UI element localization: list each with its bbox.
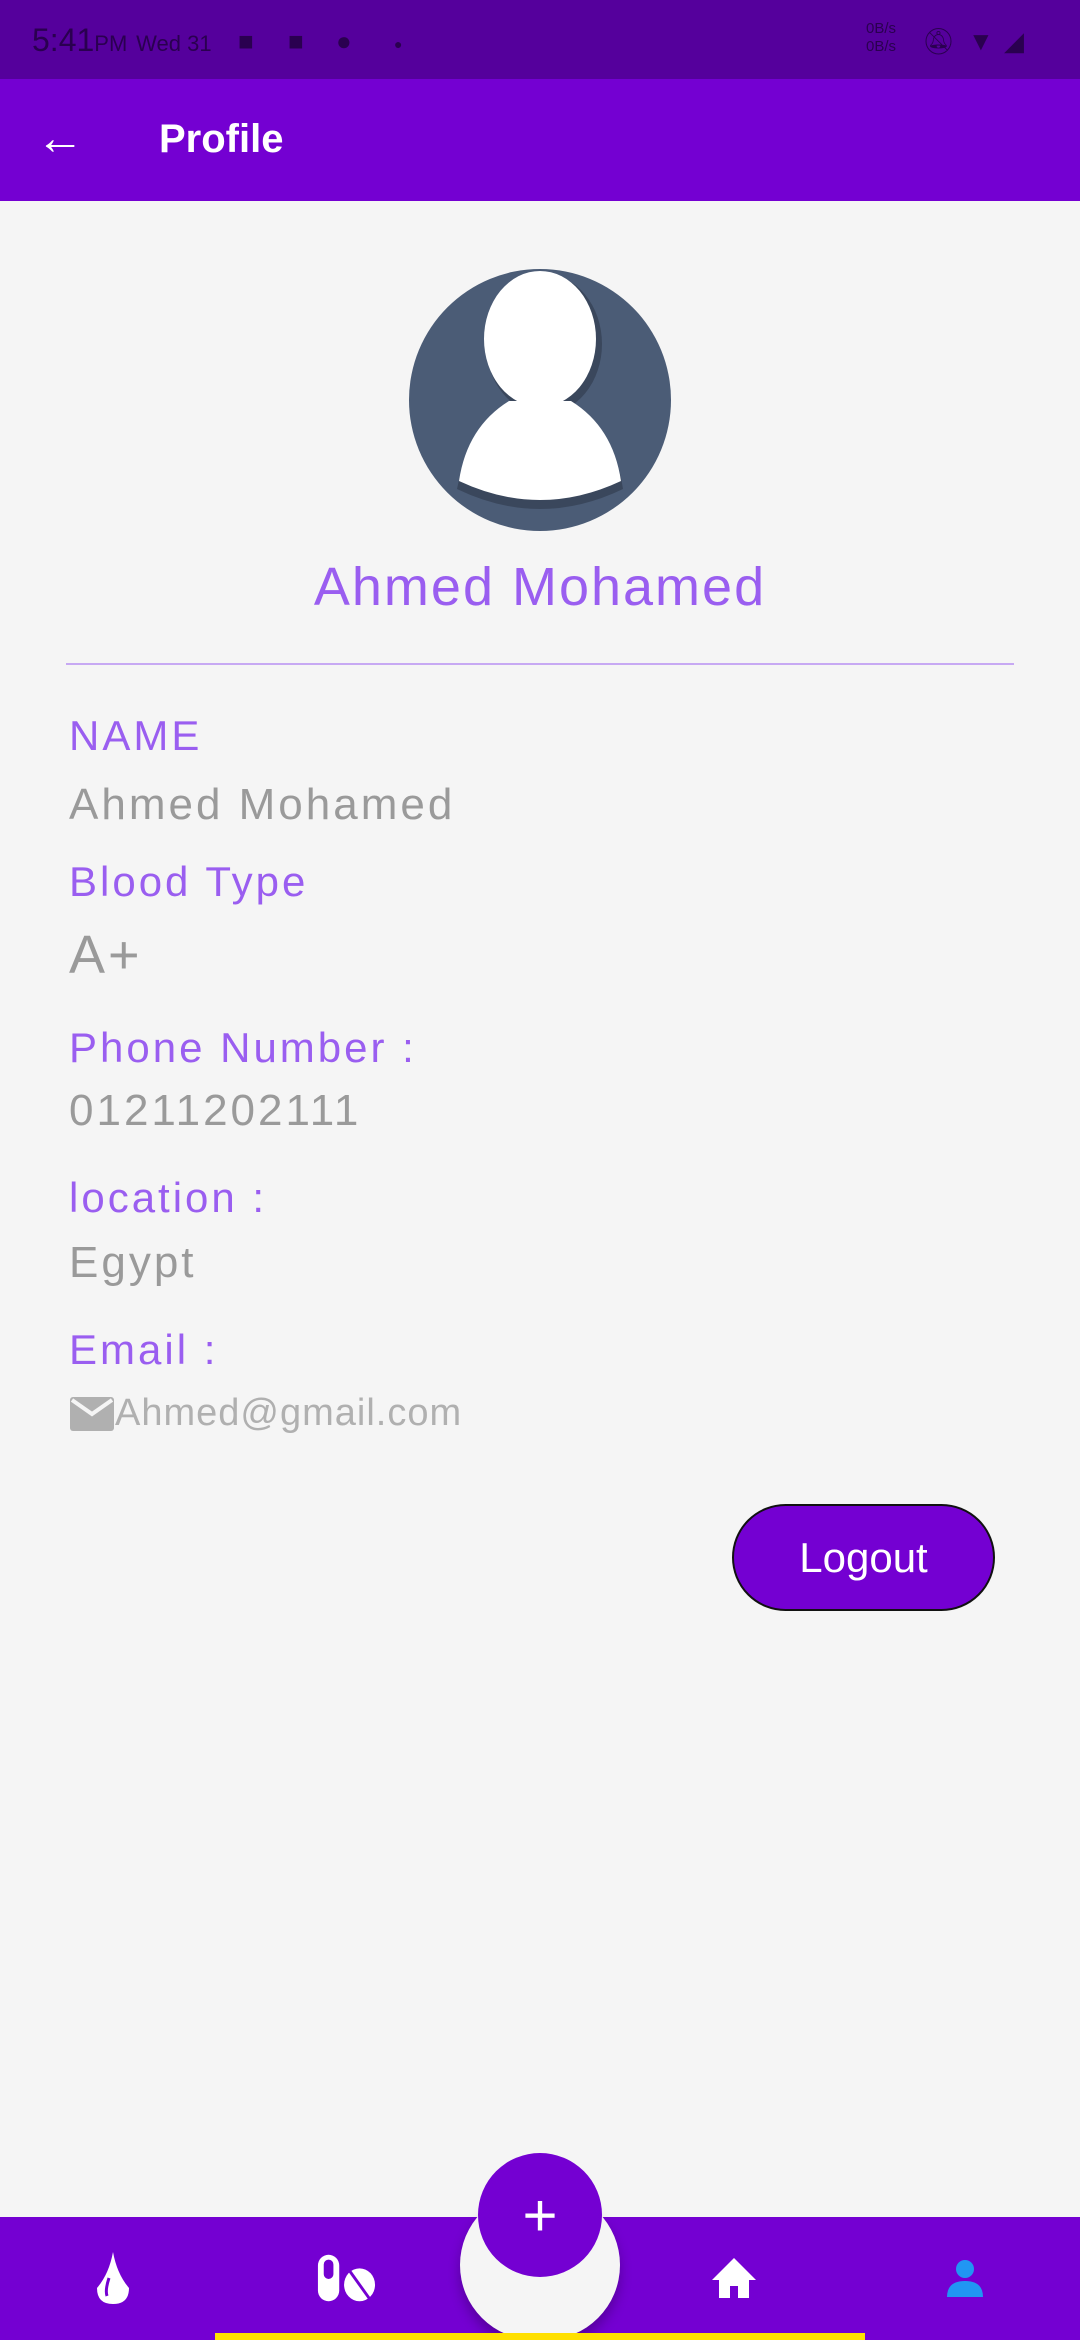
nav-profile[interactable]	[935, 2250, 995, 2306]
phone-value: 01211202111	[69, 1086, 362, 1135]
name-label: NAME	[69, 712, 203, 759]
status-bar: 5:41PM Wed 31 ■ ■ ● ● 0B/s 0B/s 🔕︎ ▼ ◢	[0, 0, 1080, 79]
divider	[66, 663, 1014, 665]
logout-button[interactable]: Logout	[732, 1504, 995, 1611]
arrow-left-icon: ←	[36, 112, 84, 165]
mail-icon	[70, 1396, 114, 1431]
discord-icon: ■	[288, 26, 304, 56]
network-speed: 0B/s 0B/s	[866, 20, 897, 55]
dot-icon: ●	[394, 36, 403, 52]
blood-type-value: A+	[69, 925, 143, 985]
avatar	[409, 269, 671, 531]
location-value: Egypt	[69, 1238, 197, 1287]
page-title: Profile	[159, 117, 284, 161]
person-silhouette-icon	[457, 271, 623, 509]
phone-label: Phone Number :	[69, 1024, 417, 1071]
signal-icon: ◢	[1004, 26, 1024, 56]
back-button[interactable]: ←	[36, 109, 84, 169]
status-time: 5:41PM Wed 31	[32, 22, 212, 58]
email-value: Ahmed@gmail.com	[115, 1392, 463, 1434]
app-bar: ← Profile	[0, 79, 1080, 201]
home-icon	[712, 2258, 756, 2298]
discord-icon: ■	[238, 26, 254, 56]
profile-name: Ahmed Mohamed	[313, 557, 767, 617]
nav-home[interactable]	[704, 2250, 764, 2306]
home-indicator	[215, 2333, 865, 2340]
pills-icon	[317, 2254, 376, 2302]
blood-type-label: Blood Type	[69, 858, 309, 905]
location-label: location :	[69, 1174, 268, 1221]
nav-blood-drop[interactable]	[83, 2250, 143, 2306]
person-icon	[947, 2260, 983, 2297]
email-label: Email :	[69, 1326, 219, 1373]
name-value: Ahmed Mohamed	[69, 780, 456, 829]
bell-off-icon: 🔕︎	[922, 26, 956, 56]
email-row: Ahmed@gmail.com	[69, 1392, 462, 1435]
add-button[interactable]: +	[478, 2153, 602, 2277]
wifi-icon: ▼	[968, 26, 994, 56]
reddit-icon: ●	[336, 26, 352, 56]
nav-medications[interactable]	[316, 2250, 376, 2306]
blood-drop-icon	[97, 2252, 129, 2304]
